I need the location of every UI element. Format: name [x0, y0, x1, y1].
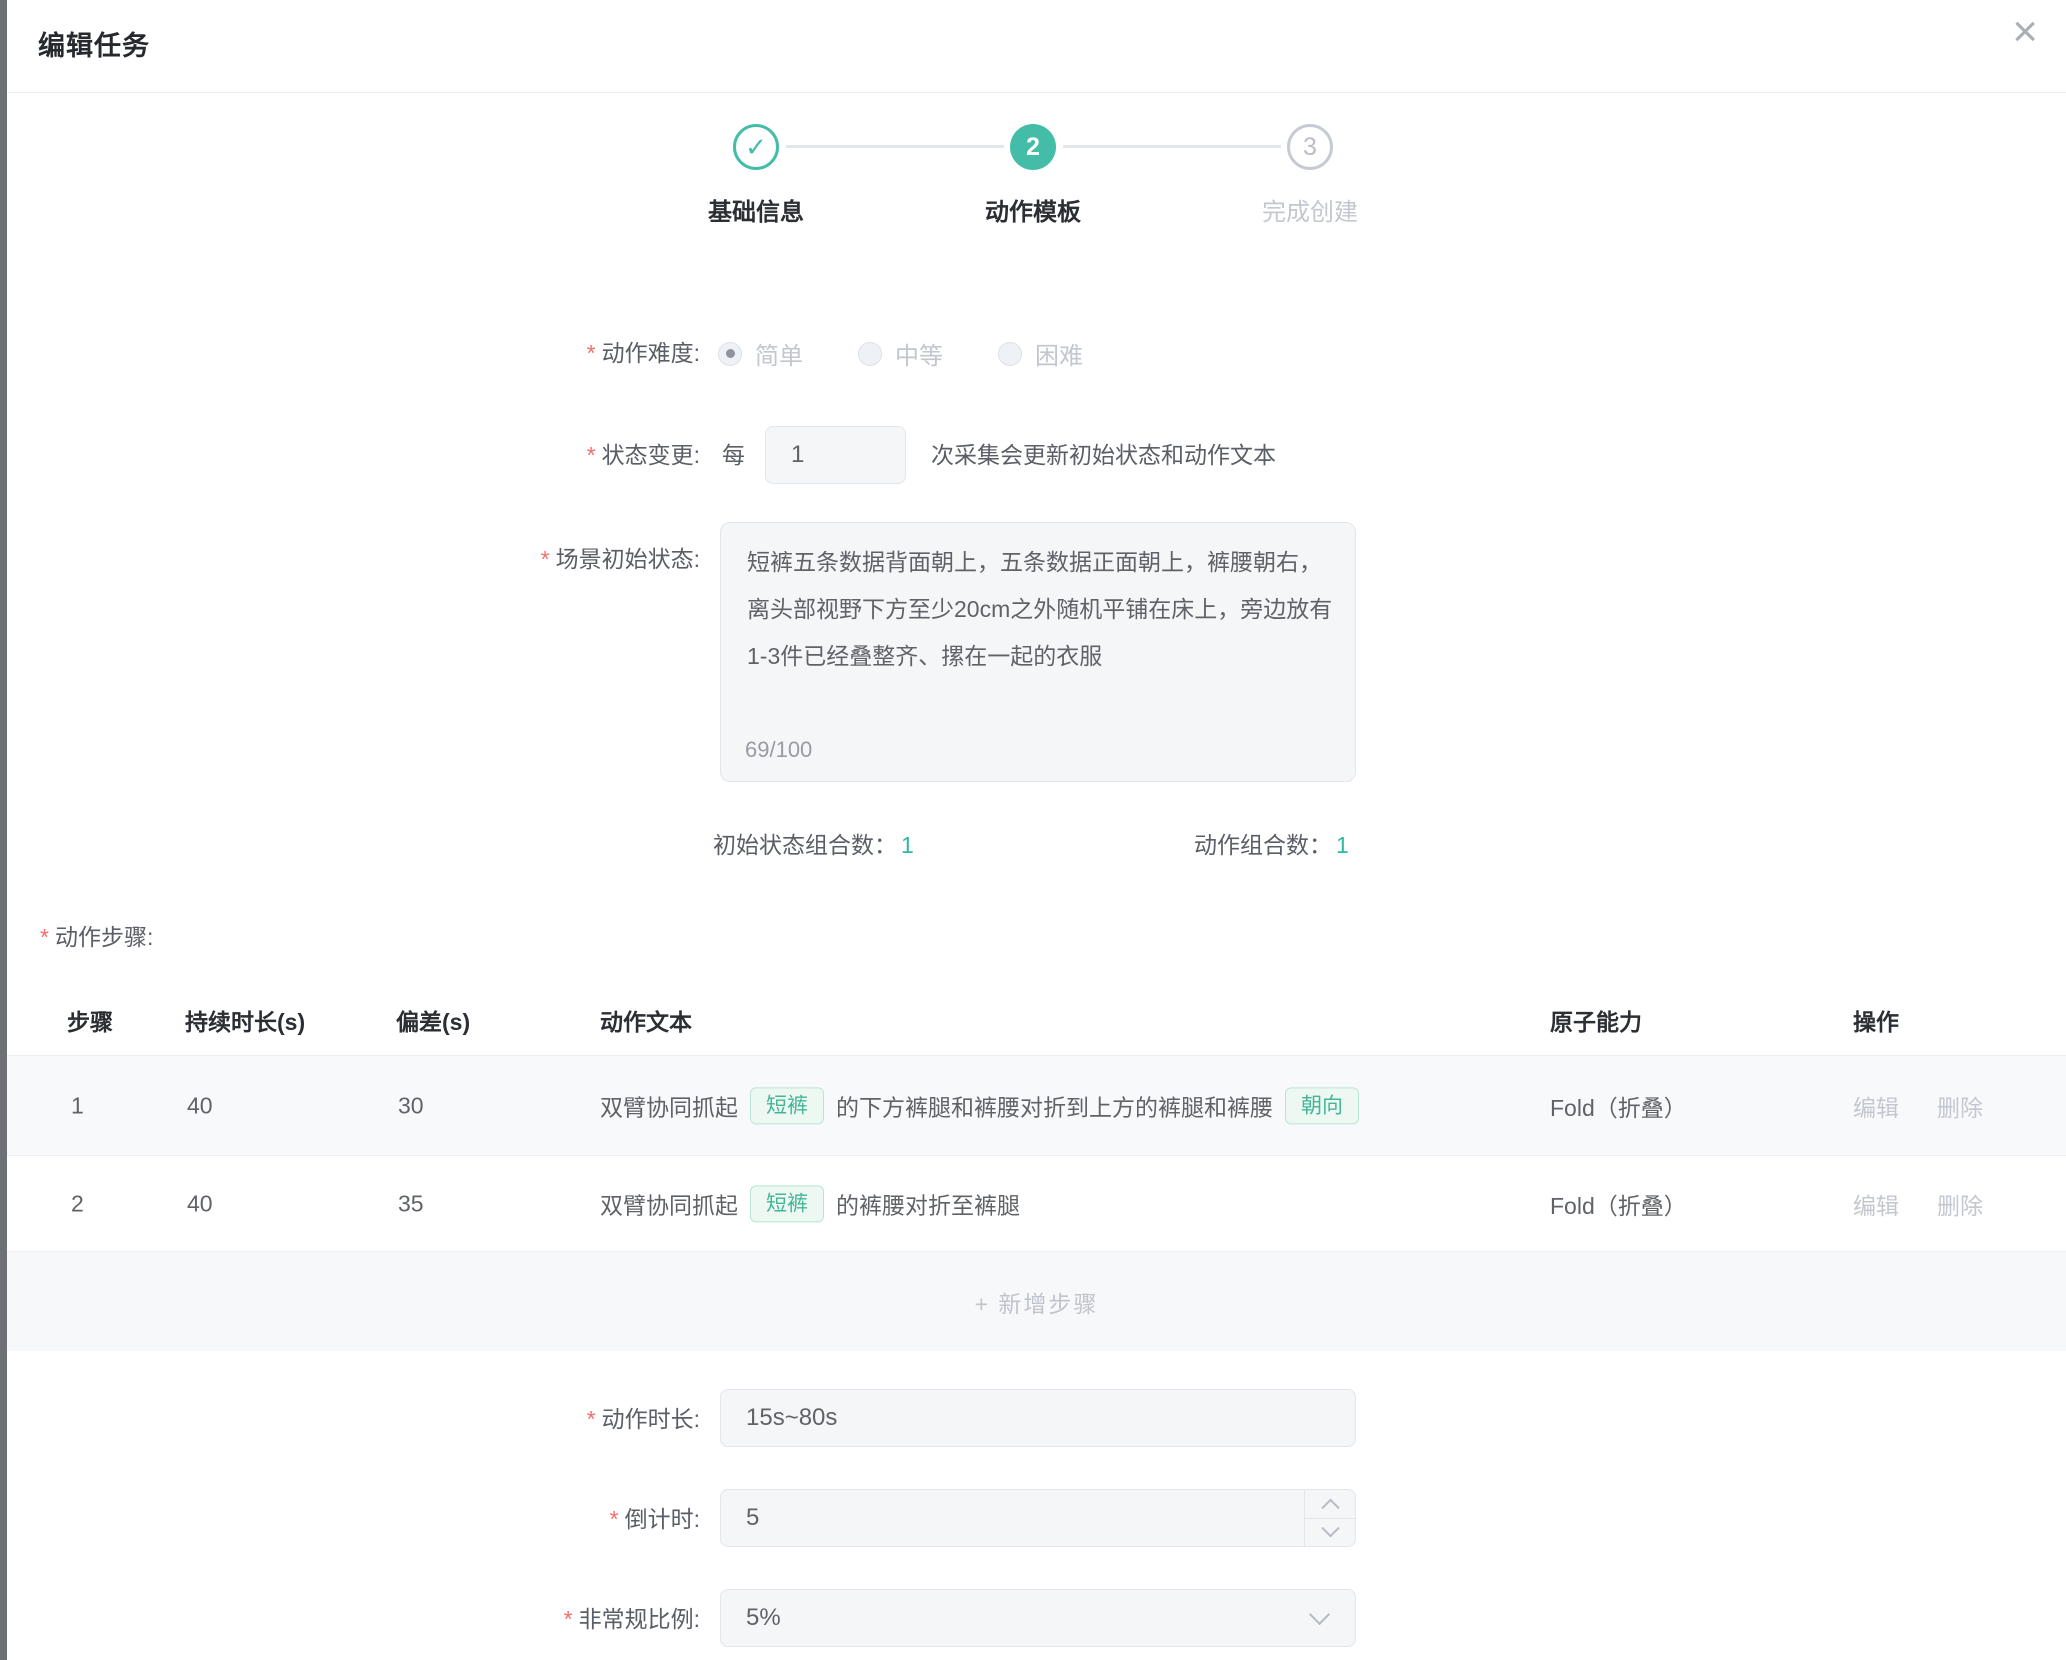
action-steps-table: 步骤 持续时长(s) 偏差(s) 动作文本 原子能力 操作 1 40 30 双臂… — [7, 985, 2066, 1351]
countdown-input[interactable]: 5 — [720, 1489, 1356, 1547]
edit-button[interactable]: 编辑 — [1853, 1187, 1899, 1221]
difficulty-label: *动作难度: — [0, 336, 700, 370]
initial-state-label: *场景初始状态: — [0, 542, 700, 576]
step-2-circle: 2 — [1010, 124, 1056, 170]
cell-duration: 40 — [187, 1092, 213, 1119]
cell-action-text: 双臂协同抓起 短裤 的下方裤腿和裤腰对折到上方的裤腿和裤腰 朝向 — [600, 1087, 1371, 1124]
cell-duration: 40 — [187, 1190, 213, 1217]
col-ability: 原子能力 — [1550, 1003, 1642, 1037]
radio-medium-label: 中等 — [895, 336, 943, 371]
object-tag: 短裤 — [750, 1087, 824, 1124]
initial-combo-count: 初始状态组合数：1 — [713, 826, 914, 860]
unusual-ratio-select[interactable]: 5% — [720, 1589, 1356, 1647]
dialog-header: 编辑任务 × — [7, 0, 2066, 93]
unusual-ratio-label: *非常规比例: — [0, 1602, 700, 1636]
step-3-circle: 3 — [1287, 124, 1333, 170]
countdown-value: 5 — [746, 1504, 759, 1532]
initial-state-textarea[interactable]: 短裤五条数据背面朝上，五条数据正面朝上，裤腰朝右，离头部视野下方至少20cm之外… — [720, 522, 1356, 782]
check-icon: ✓ — [745, 132, 767, 163]
spinner-decrease-button[interactable] — [1305, 1519, 1355, 1547]
unusual-ratio-value: 5% — [746, 1604, 781, 1632]
chevron-up-icon — [1321, 1499, 1339, 1517]
difficulty-radio-group: 简单 中等 困难 — [718, 336, 1083, 371]
radio-easy[interactable]: 简单 — [718, 336, 803, 371]
required-asterisk: * — [587, 1406, 596, 1432]
step-3-label: 完成创建 — [1200, 192, 1420, 227]
dialog-title: 编辑任务 — [38, 24, 150, 63]
table-row: 2 40 35 双臂协同抓起 短裤 的裤腰对折至裤腿 Fold（折叠） 编辑 删… — [7, 1156, 2066, 1252]
required-asterisk: * — [541, 546, 550, 572]
cell-action-text: 双臂协同抓起 短裤 的裤腰对折至裤腿 — [600, 1185, 1020, 1222]
step-2-label: 动作模板 — [923, 192, 1143, 227]
step-connector — [786, 145, 1004, 148]
cell-ability: Fold（折叠） — [1550, 1089, 1687, 1123]
required-asterisk: * — [610, 1506, 619, 1532]
col-actions: 操作 — [1853, 1003, 1899, 1037]
step-2-number: 2 — [1026, 133, 1040, 162]
cell-ability: Fold（折叠） — [1550, 1187, 1687, 1221]
radio-selected-icon — [718, 342, 742, 366]
state-change-input[interactable]: 1 — [765, 426, 906, 484]
required-asterisk: * — [587, 340, 596, 366]
state-change-value: 1 — [791, 441, 804, 469]
duration-label: *动作时长: — [0, 1402, 700, 1436]
cell-deviation: 30 — [398, 1092, 424, 1119]
countdown-label: *倒计时: — [0, 1502, 700, 1536]
orientation-tag: 朝向 — [1285, 1087, 1359, 1124]
state-change-label: *状态变更: — [0, 438, 700, 472]
step-3-number: 3 — [1303, 133, 1317, 162]
char-counter: 69/100 — [745, 737, 812, 763]
delete-button[interactable]: 删除 — [1937, 1187, 1983, 1221]
step-connector — [1063, 145, 1281, 148]
action-combo-count: 动作组合数：1 — [1194, 826, 1349, 860]
initial-combo-value: 1 — [901, 832, 914, 858]
duration-value: 15s~80s — [746, 1404, 837, 1432]
required-asterisk: * — [587, 442, 596, 468]
cell-step: 1 — [71, 1092, 84, 1119]
col-deviation: 偏差(s) — [396, 1003, 470, 1037]
col-duration: 持续时长(s) — [185, 1003, 305, 1037]
radio-hard[interactable]: 困难 — [998, 336, 1083, 371]
object-tag: 短裤 — [750, 1185, 824, 1222]
radio-easy-label: 简单 — [755, 336, 803, 371]
radio-medium[interactable]: 中等 — [858, 336, 943, 371]
delete-button[interactable]: 删除 — [1937, 1089, 1983, 1123]
cell-step: 2 — [71, 1190, 84, 1217]
action-steps-label: *动作步骤: — [40, 920, 153, 954]
edit-button[interactable]: 编辑 — [1853, 1089, 1899, 1123]
col-step: 步骤 — [67, 1003, 113, 1037]
required-asterisk: * — [564, 1606, 573, 1632]
duration-input[interactable]: 15s~80s — [720, 1389, 1356, 1447]
step-1-label: 基础信息 — [646, 192, 866, 227]
radio-icon — [998, 342, 1022, 366]
action-combo-value: 1 — [1336, 832, 1349, 858]
chevron-down-icon — [1321, 1519, 1339, 1537]
cell-deviation: 35 — [398, 1190, 424, 1217]
table-row: 1 40 30 双臂协同抓起 短裤 的下方裤腿和裤腰对折到上方的裤腿和裤腰 朝向… — [7, 1056, 2066, 1156]
radio-icon — [858, 342, 882, 366]
step-1-circle: ✓ — [733, 124, 779, 170]
state-change-prefix: 每 — [722, 438, 745, 472]
required-asterisk: * — [40, 924, 49, 950]
radio-hard-label: 困难 — [1035, 336, 1083, 371]
col-text: 动作文本 — [600, 1003, 692, 1037]
add-step-button[interactable]: + 新增步骤 — [975, 1285, 1099, 1319]
add-step-row[interactable]: + 新增步骤 — [7, 1252, 2066, 1351]
number-spinner — [1304, 1490, 1355, 1546]
close-icon[interactable]: × — [2012, 10, 2038, 54]
state-change-suffix: 次采集会更新初始状态和动作文本 — [931, 438, 1276, 472]
spinner-increase-button[interactable] — [1305, 1490, 1355, 1519]
table-header-row: 步骤 持续时长(s) 偏差(s) 动作文本 原子能力 操作 — [7, 985, 2066, 1056]
chevron-down-icon — [1309, 1604, 1330, 1625]
initial-state-value: 短裤五条数据背面朝上，五条数据正面朝上，裤腰朝右，离头部视野下方至少20cm之外… — [747, 539, 1333, 680]
